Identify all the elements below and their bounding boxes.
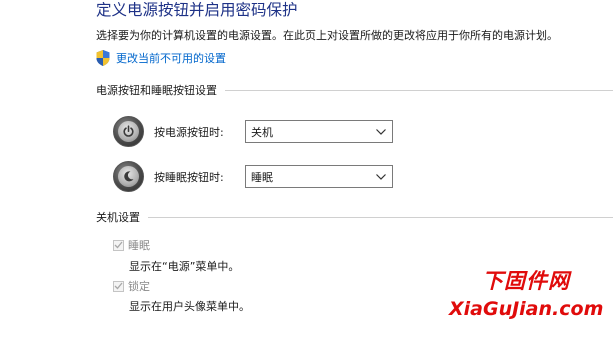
section-title: 关机设置	[96, 211, 140, 224]
page-title: 定义电源按钮并启用密码保护	[96, 1, 298, 19]
lock-menu-option: 锁定	[113, 278, 150, 294]
sleep-button-selected-value: 睡眠	[251, 170, 273, 184]
lock-option-description: 显示在用户头像菜单中。	[129, 300, 250, 313]
sleep-menu-option: 睡眠	[113, 237, 150, 253]
change-settings-link-text[interactable]: 更改当前不可用的设置	[116, 50, 226, 66]
sleep-button-label: 按睡眠按钮时:	[154, 170, 224, 184]
power-button-action-select[interactable]: 关机	[245, 120, 393, 143]
lock-checkbox-label: 锁定	[128, 280, 150, 293]
section-divider	[225, 89, 613, 91]
power-button-icon	[113, 116, 144, 147]
chevron-down-icon	[376, 173, 386, 180]
uac-shield-icon	[96, 50, 110, 66]
power-button-setting: 按电源按钮时: 关机	[113, 116, 393, 147]
sleep-button-icon	[113, 161, 144, 192]
sleep-button-setting: 按睡眠按钮时: 睡眠	[113, 161, 393, 192]
checkmark-icon	[114, 241, 123, 249]
page-description: 选择要为你的计算机设置的电源设置。在此页上对设置所做的更改将应用于你所有的电源计…	[96, 29, 558, 42]
shutdown-settings-section-header: 关机设置	[96, 209, 613, 225]
chevron-down-icon	[376, 128, 386, 135]
checkmark-icon	[114, 282, 123, 290]
power-button-label: 按电源按钮时:	[154, 125, 224, 139]
power-buttons-section-header: 电源按钮和睡眠按钮设置	[96, 82, 613, 98]
watermark-chinese: 下固件网	[482, 269, 570, 293]
section-title: 电源按钮和睡眠按钮设置	[96, 84, 217, 97]
sleep-option-description: 显示在“电源”菜单中。	[129, 260, 240, 273]
sleep-button-action-select[interactable]: 睡眠	[245, 165, 393, 188]
sleep-checkbox-label: 睡眠	[128, 239, 150, 252]
watermark-url: XiaGuJian.com	[449, 298, 604, 320]
lock-checkbox[interactable]	[113, 280, 124, 292]
power-button-selected-value: 关机	[251, 125, 273, 139]
section-divider	[148, 216, 613, 218]
sleep-checkbox[interactable]	[113, 239, 124, 251]
change-unavailable-settings-link[interactable]: 更改当前不可用的设置	[96, 50, 226, 66]
